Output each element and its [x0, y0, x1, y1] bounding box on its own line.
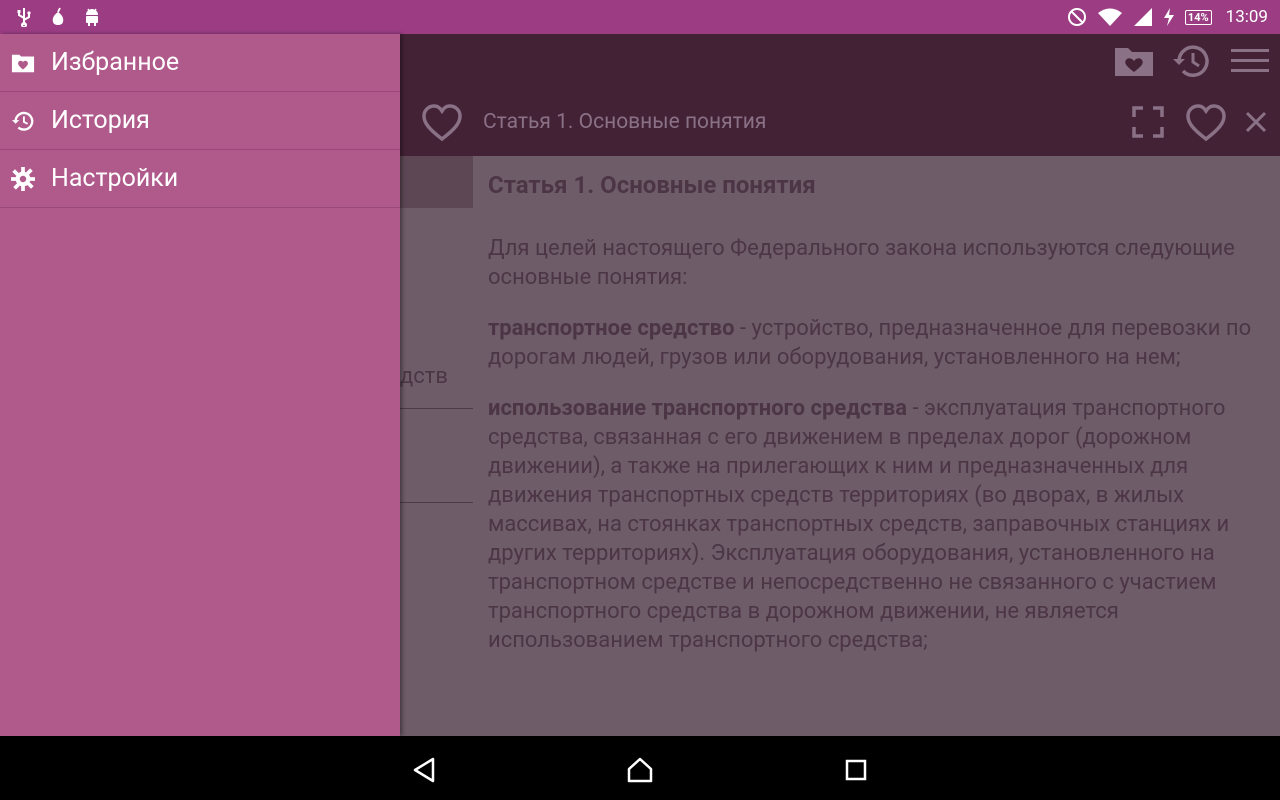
definition-text: - эксплуатация транспортного средства, с…: [488, 396, 1230, 653]
article-title: Статья 1. Основные понятия: [483, 110, 767, 134]
heart-icon[interactable]: [418, 100, 466, 146]
drawer-item-label: Избранное: [51, 48, 180, 77]
fullscreen-icon[interactable]: [1128, 102, 1168, 142]
usb-icon: [14, 7, 34, 27]
favorites-folder-icon[interactable]: [1112, 42, 1156, 80]
list-item-selected[interactable]: [400, 156, 473, 208]
definition-term: использование транспортного средства: [488, 396, 908, 421]
drawer-item-favorites[interactable]: Избранное: [0, 34, 400, 92]
drawer-item-history[interactable]: История: [0, 92, 400, 150]
settings-gear-icon: [11, 166, 35, 191]
drawer-item-label: История: [51, 106, 150, 135]
signal-icon: [1133, 7, 1153, 27]
system-nav-bar: [0, 736, 1280, 800]
wifi-icon: [1097, 7, 1123, 27]
do-not-disturb-icon: [1067, 7, 1087, 27]
drawer-item-settings[interactable]: Настройки: [0, 150, 400, 208]
favorites-folder-icon: [11, 51, 35, 75]
charging-icon: [1163, 7, 1175, 27]
status-bar: 14% 13:09: [0, 0, 1280, 34]
definition-paragraph: использование транспортного средства - э…: [488, 394, 1258, 655]
android-icon: [82, 7, 102, 27]
article-body: Статья 1. Основные понятия Для целей нас…: [488, 170, 1258, 677]
article-heading: Статья 1. Основные понятия: [488, 171, 816, 199]
history-icon[interactable]: [1170, 40, 1214, 82]
clock: 13:09: [1225, 7, 1268, 27]
pear-icon: [48, 7, 68, 27]
battery-icon: 14%: [1184, 9, 1212, 25]
navigation-drawer: Избранное История Настройки: [0, 34, 400, 736]
favorite-heart-icon[interactable]: [1182, 100, 1230, 146]
menu-icon[interactable]: [1230, 44, 1270, 78]
history-icon: [11, 109, 35, 133]
divider: [400, 408, 473, 409]
definition-paragraph: транспортное средство - устройство, пред…: [488, 314, 1258, 372]
home-icon[interactable]: [626, 756, 654, 784]
close-icon[interactable]: [1240, 106, 1272, 138]
article-intro: Для целей настоящего Федерального закона…: [488, 236, 1235, 290]
recents-icon[interactable]: [842, 756, 870, 784]
divider: [400, 502, 473, 503]
definition-term: транспортное средство: [488, 316, 735, 341]
list-item-label[interactable]: дств: [400, 364, 448, 389]
drawer-item-label: Настройки: [51, 164, 179, 193]
back-icon[interactable]: [410, 756, 438, 784]
